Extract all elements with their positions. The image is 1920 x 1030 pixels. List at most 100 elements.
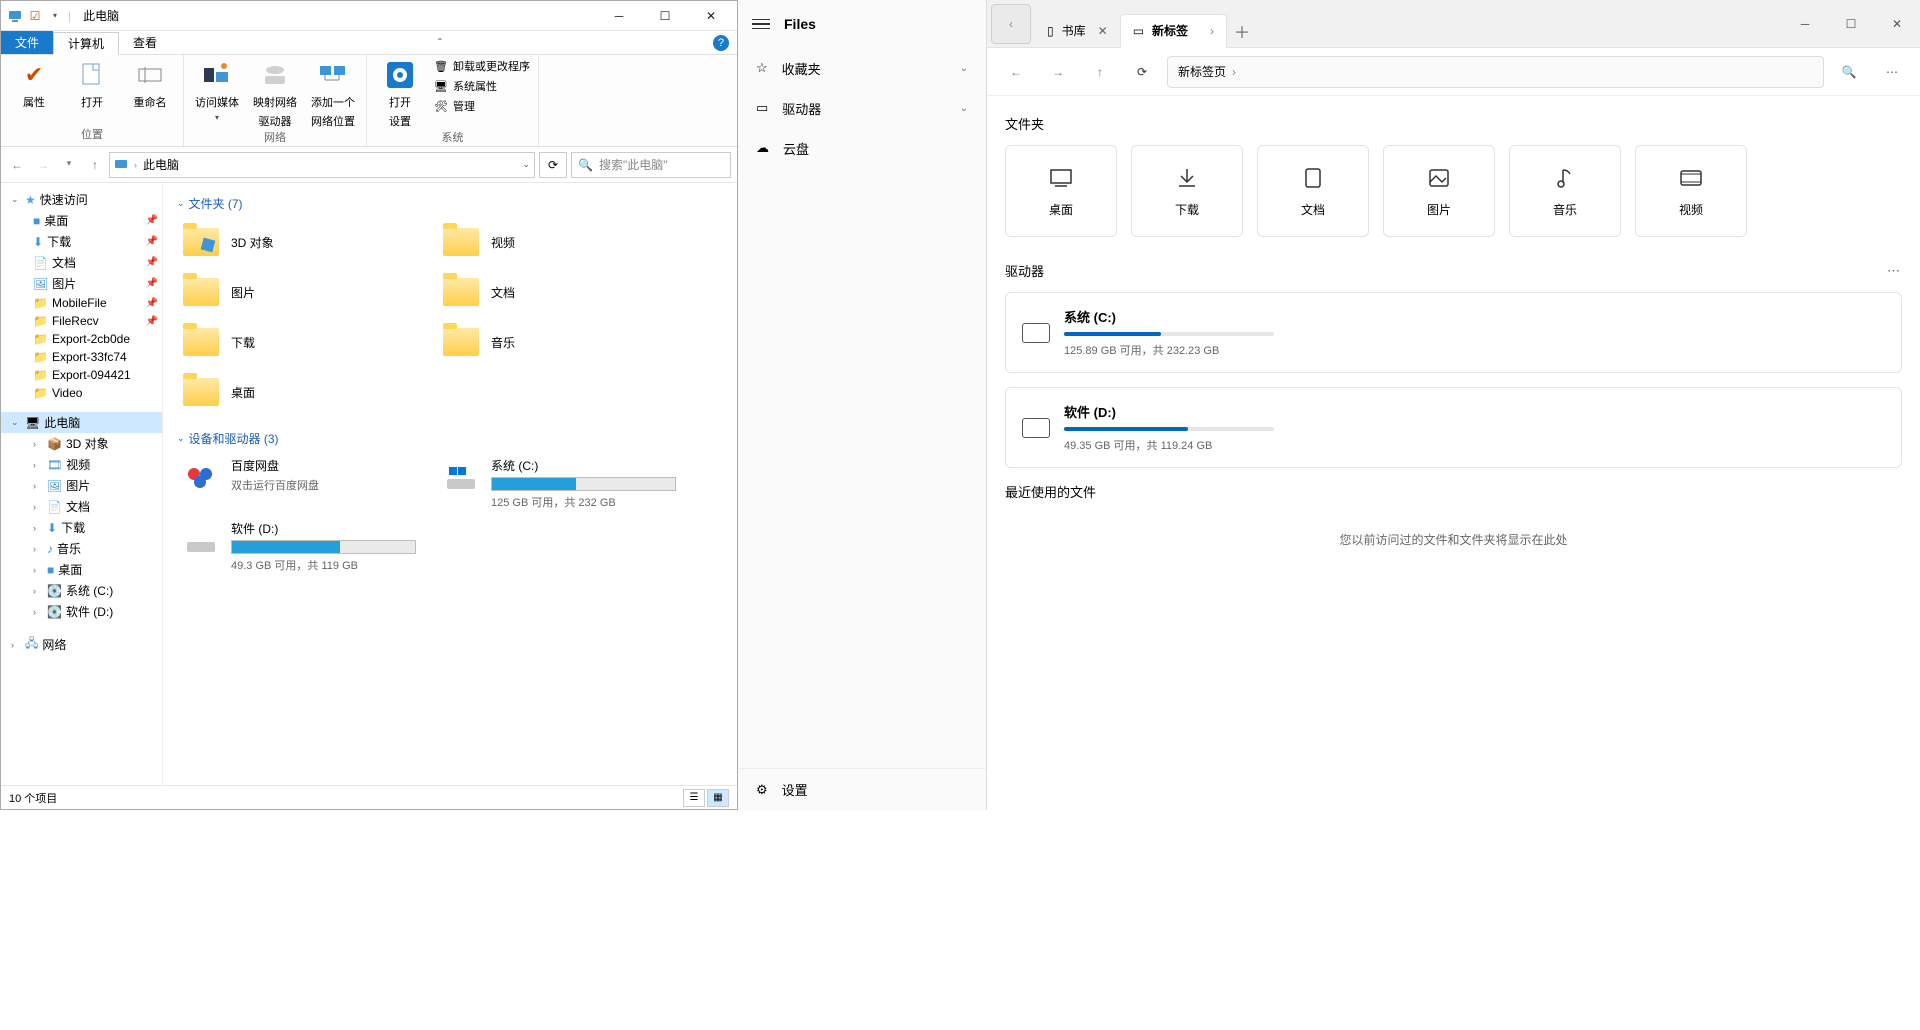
tree-item[interactable]: ›🖼图片 xyxy=(1,475,162,496)
rename-button[interactable]: 重命名 xyxy=(123,57,177,110)
tree-item[interactable]: 📄文档📌 xyxy=(1,252,162,273)
group-network-label: 网络 xyxy=(264,129,286,147)
hamburger-icon[interactable] xyxy=(752,19,770,30)
tree-item[interactable]: ⬇下载📌 xyxy=(1,231,162,252)
tab-library[interactable]: ▯书库✕ xyxy=(1035,14,1120,48)
qat-dropdown-icon[interactable]: ▾ xyxy=(48,9,62,23)
drives-section-header[interactable]: ⌄设备和驱动器 (3) xyxy=(177,430,723,447)
download-icon xyxy=(1174,165,1200,191)
breadcrumb[interactable]: 此电脑 xyxy=(143,156,179,173)
nav-back-button[interactable]: ← xyxy=(7,158,27,172)
tree-item[interactable]: ›■桌面 xyxy=(1,559,162,580)
refresh-button[interactable]: ⟳ xyxy=(1125,55,1159,89)
help-icon[interactable]: ? xyxy=(713,35,729,51)
uninstall-button[interactable]: 🗑卸载或更改程序 xyxy=(431,57,532,75)
tile-documents[interactable]: 文档 xyxy=(1257,145,1369,237)
add-network-location-button[interactable]: 添加一个网络位置 xyxy=(306,57,360,129)
map-drive-button[interactable]: 映射网络驱动器 xyxy=(248,57,302,129)
tile-music[interactable]: 音乐 xyxy=(1509,145,1621,237)
search-input[interactable]: 🔍搜索"此电脑" xyxy=(571,152,731,178)
tile-videos[interactable]: 视频 xyxy=(1635,145,1747,237)
more-icon[interactable]: ⋯ xyxy=(1887,263,1902,279)
nav-forward-button[interactable]: → xyxy=(33,158,53,172)
open-button[interactable]: 打开 xyxy=(65,57,119,110)
address-bar[interactable]: 新标签页› xyxy=(1167,56,1824,88)
tree-item[interactable]: ›♪音乐 xyxy=(1,538,162,559)
tree-item[interactable]: 📁Export-33fc74 xyxy=(1,348,162,366)
ribbon-collapse-icon[interactable]: ˆ xyxy=(438,36,442,50)
folders-section-header[interactable]: ⌄文件夹 (7) xyxy=(177,195,723,212)
maximize-button[interactable]: ☐ xyxy=(1828,8,1874,40)
folder-item-3dobjects[interactable]: 3D 对象 xyxy=(177,218,427,266)
address-dropdown-icon[interactable]: ⌄ xyxy=(522,159,530,170)
view-details-button[interactable]: ☰ xyxy=(683,789,705,807)
refresh-button[interactable]: ⟳ xyxy=(539,152,567,178)
properties-button[interactable]: ✔属性 xyxy=(7,57,61,110)
tab-view[interactable]: 查看 xyxy=(119,31,171,54)
sidebar-item-cloud[interactable]: ☁云盘 xyxy=(738,128,986,168)
more-button[interactable]: ⋯ xyxy=(1878,65,1908,79)
drive-card-d[interactable]: 软件 (D:) 49.35 GB 可用，共 119.24 GB xyxy=(1005,387,1902,468)
explorer-window: ☑ ▾ | 此电脑 ─ ☐ ✕ 文件 计算机 查看 ˆ ? ✔属性 打开 重命名… xyxy=(0,0,738,810)
tile-pictures[interactable]: 图片 xyxy=(1383,145,1495,237)
tab-newtab[interactable]: ▭新标签› xyxy=(1120,14,1227,48)
tree-item[interactable]: ›💽系统 (C:) xyxy=(1,580,162,601)
sysprops-button[interactable]: 🖥系统属性 xyxy=(431,77,532,95)
drive-item-baidu[interactable]: 百度网盘双击运行百度网盘 xyxy=(177,453,427,514)
minimize-button[interactable]: ─ xyxy=(596,1,642,31)
tree-item[interactable]: ■桌面📌 xyxy=(1,210,162,231)
folder-item-pictures[interactable]: 图片 xyxy=(177,268,427,316)
nav-recent-button[interactable]: ▾ xyxy=(59,158,79,172)
folder-item-documents[interactable]: 文档 xyxy=(437,268,687,316)
nav-up-button[interactable]: ↑ xyxy=(85,158,105,172)
tree-item[interactable]: 🖼图片📌 xyxy=(1,273,162,294)
close-button[interactable]: ✕ xyxy=(688,1,734,31)
tree-item[interactable]: ›🎞视频 xyxy=(1,454,162,475)
close-icon[interactable]: ✕ xyxy=(1098,24,1108,38)
tab-computer[interactable]: 计算机 xyxy=(53,32,119,55)
tile-downloads[interactable]: 下载 xyxy=(1131,145,1243,237)
tree-item[interactable]: ›📄文档 xyxy=(1,496,162,517)
view-icons-button[interactable]: ▦ xyxy=(707,789,729,807)
sidebar-item-favorites[interactable]: ☆收藏夹⌄ xyxy=(738,48,986,88)
close-button[interactable]: ✕ xyxy=(1874,8,1920,40)
tree-item[interactable]: 📁Export-094421 xyxy=(1,366,162,384)
tree-item[interactable]: 📁FileRecv📌 xyxy=(1,312,162,330)
titlebar-back-button[interactable]: ‹ xyxy=(991,4,1031,44)
tree-item[interactable]: ›💽软件 (D:) xyxy=(1,601,162,622)
open-settings-button[interactable]: 打开设置 xyxy=(373,57,427,129)
folder-item-downloads[interactable]: 下载 xyxy=(177,318,427,366)
search-button[interactable]: 🔍 xyxy=(1832,55,1866,89)
drive-card-c[interactable]: 系统 (C:) 125.89 GB 可用，共 232.23 GB xyxy=(1005,292,1902,373)
sidebar-item-settings[interactable]: ⚙设置 xyxy=(738,768,986,810)
add-tab-button[interactable]: ＋ xyxy=(1227,19,1257,43)
address-bar[interactable]: › 此电脑 ⌄ xyxy=(109,152,535,178)
folder-item-videos[interactable]: 视频 xyxy=(437,218,687,266)
tree-item[interactable]: ›📦3D 对象 xyxy=(1,433,162,454)
nav-up-button[interactable]: ↑ xyxy=(1083,55,1117,89)
nav-forward-button[interactable]: → xyxy=(1041,55,1075,89)
sidebar-item-drives[interactable]: ▭驱动器⌄ xyxy=(738,88,986,128)
tree-quick-access[interactable]: ⌄★快速访问 xyxy=(1,189,162,210)
ribbon-tabs: 文件 计算机 查看 ˆ ? xyxy=(1,31,737,55)
drive-item-c[interactable]: 系统 (C:)125 GB 可用，共 232 GB xyxy=(437,453,687,514)
drive-icon: ▭ xyxy=(756,100,768,116)
tile-desktop[interactable]: 桌面 xyxy=(1005,145,1117,237)
folder-item-desktop[interactable]: 桌面 xyxy=(177,368,427,416)
qat-checkbox-icon[interactable]: ☑ xyxy=(28,9,42,23)
video-icon xyxy=(1678,165,1704,191)
access-media-button[interactable]: 访问媒体▾ xyxy=(190,57,244,122)
drive-item-d[interactable]: 软件 (D:)49.3 GB 可用，共 119 GB xyxy=(177,516,427,577)
tab-file[interactable]: 文件 xyxy=(1,31,53,54)
folder-item-music[interactable]: 音乐 xyxy=(437,318,687,366)
tree-this-pc[interactable]: ⌄🖥此电脑 xyxy=(1,412,162,433)
tree-network[interactable]: ›🖧网络 xyxy=(1,632,162,657)
tree-item[interactable]: 📁Video xyxy=(1,384,162,402)
maximize-button[interactable]: ☐ xyxy=(642,1,688,31)
manage-button[interactable]: 🛠管理 xyxy=(431,97,532,115)
tree-item[interactable]: ›⬇下载 xyxy=(1,517,162,538)
nav-back-button[interactable]: ← xyxy=(999,55,1033,89)
minimize-button[interactable]: ─ xyxy=(1782,8,1828,40)
tree-item[interactable]: 📁MobileFile📌 xyxy=(1,294,162,312)
tree-item[interactable]: 📁Export-2cb0de xyxy=(1,330,162,348)
